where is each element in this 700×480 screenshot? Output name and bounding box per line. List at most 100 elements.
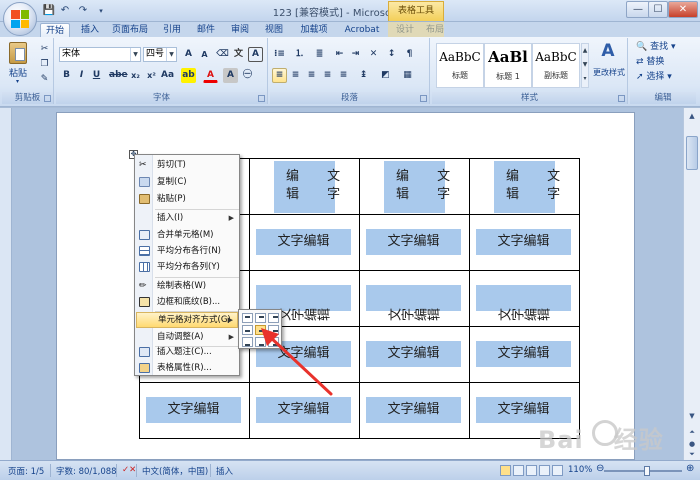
table-cell[interactable]: 编 文辑 字: [249, 158, 360, 215]
phonetic-guide-icon[interactable]: 文: [231, 47, 246, 62]
word-count[interactable]: 字数: 80/1,088: [56, 465, 117, 477]
grow-font-icon[interactable]: A: [181, 47, 196, 62]
proofing-icon[interactable]: ✓✕: [122, 465, 136, 475]
tab-view[interactable]: 视图: [260, 23, 288, 37]
maximize-button[interactable]: ☐: [648, 1, 668, 18]
table-cell[interactable]: 编 文辑 字: [469, 158, 580, 215]
menu-item-insert-caption[interactable]: 插入题注(C)...: [136, 344, 238, 360]
font-color-icon[interactable]: A: [203, 68, 218, 83]
scroll-up-icon[interactable]: ▲: [686, 110, 698, 122]
tab-acrobat[interactable]: Acrobat: [342, 23, 382, 37]
styles-scroll-icon[interactable]: ▲ ▼ ▾: [581, 43, 589, 88]
menu-item-copy[interactable]: 复制(C): [136, 174, 238, 190]
zoom-in-icon[interactable]: ⊕: [686, 463, 694, 474]
font-family-dropdown-icon[interactable]: ▼: [130, 48, 140, 61]
table-cell[interactable]: 文字编辑: [359, 382, 470, 439]
character-border-icon[interactable]: A: [248, 47, 263, 62]
character-shading-icon[interactable]: A: [223, 68, 238, 83]
enclose-character-icon[interactable]: ㊀: [240, 68, 255, 83]
table-cell[interactable]: 文字编辑: [249, 214, 360, 271]
select-button[interactable]: ➚ 选择 ▾: [636, 71, 672, 84]
increase-indent-icon[interactable]: ⇥: [348, 47, 363, 62]
style-heading-1[interactable]: AaBl 标题 1: [484, 43, 532, 88]
menu-item-cell-alignment[interactable]: 单元格对齐方式(G) ▶: [136, 312, 238, 328]
vertical-scrollbar[interactable]: ▲ ▼ ⏶ ● ⏷: [683, 108, 700, 460]
shading-icon[interactable]: ◩: [378, 68, 393, 83]
line-spacing-icon[interactable]: ↨: [356, 68, 371, 83]
find-button[interactable]: 🔍 查找 ▾: [636, 41, 676, 54]
table-cell[interactable]: 文字编辑: [139, 382, 250, 439]
menu-item-paste[interactable]: 粘贴(P): [136, 191, 238, 207]
styles-launcher-icon[interactable]: [618, 95, 625, 102]
highlight-icon[interactable]: ab: [181, 68, 196, 83]
scroll-thumb[interactable]: [686, 136, 698, 170]
next-page-icon[interactable]: ⏷: [686, 448, 698, 460]
distributed-icon[interactable]: ≡: [336, 68, 351, 83]
subscript-icon[interactable]: x₂: [128, 68, 143, 83]
align-middle-left-icon[interactable]: [242, 325, 253, 335]
menu-item-borders-shading[interactable]: 边框和底纹(B)...: [136, 294, 238, 310]
clipboard-launcher-icon[interactable]: [44, 95, 51, 102]
tab-mailings[interactable]: 邮件: [192, 23, 220, 37]
language-indicator[interactable]: 中文(简体，中国): [142, 465, 208, 477]
borders-icon[interactable]: ▦: [400, 68, 415, 83]
menu-item-merge-cells[interactable]: 合并单元格(M): [136, 227, 238, 243]
menu-item-table-properties[interactable]: 表格属性(R)...: [136, 360, 238, 376]
table-cell[interactable]: 文字编辑: [469, 214, 580, 271]
justify-icon[interactable]: ≡: [320, 68, 335, 83]
align-top-left-icon[interactable]: ≡: [272, 68, 287, 83]
font-launcher-icon[interactable]: [258, 95, 265, 102]
copy-icon[interactable]: ❐: [37, 57, 52, 72]
tab-references[interactable]: 引用: [158, 23, 186, 37]
font-size-select[interactable]: 四号 ▼: [143, 47, 177, 62]
numbering-icon[interactable]: ⒈: [292, 47, 307, 62]
menu-item-insert[interactable]: 插入(I) ▶: [136, 210, 238, 226]
tab-review[interactable]: 审阅: [226, 23, 254, 37]
close-button[interactable]: ✕: [668, 1, 698, 18]
zoom-level[interactable]: 110%: [568, 465, 592, 475]
change-case-icon[interactable]: Aa: [160, 68, 175, 83]
multilevel-list-icon[interactable]: ≣: [312, 47, 327, 62]
underline-icon[interactable]: U: [89, 68, 104, 83]
cut-icon[interactable]: ✂: [37, 42, 52, 57]
table-cell[interactable]: 文字编辑: [469, 326, 580, 383]
outline-view-icon[interactable]: [539, 465, 550, 476]
align-right-icon[interactable]: ≡: [304, 68, 319, 83]
full-screen-reading-icon[interactable]: [513, 465, 524, 476]
paste-icon[interactable]: [9, 42, 27, 64]
minimize-button[interactable]: —: [626, 1, 650, 18]
replace-button[interactable]: ⇄ 替换: [636, 56, 664, 69]
chinese-layout-icon[interactable]: ✕: [366, 47, 381, 62]
align-top-left-icon[interactable]: [242, 313, 253, 323]
shrink-font-icon[interactable]: A: [197, 47, 212, 62]
align-center-icon[interactable]: ≡: [288, 68, 303, 83]
align-bottom-left-icon[interactable]: [242, 337, 253, 347]
bold-icon[interactable]: B: [59, 68, 74, 83]
table-cell[interactable]: 编 文辑 字: [359, 158, 470, 215]
scroll-down-icon[interactable]: ▼: [686, 410, 698, 422]
bullets-icon[interactable]: ⁝≡: [272, 47, 287, 62]
print-layout-view-icon[interactable]: [500, 465, 511, 476]
web-layout-icon[interactable]: [526, 465, 537, 476]
style-title[interactable]: AaBbC 标题: [436, 43, 484, 88]
style-subtitle[interactable]: AaBbC 副标题: [532, 43, 580, 88]
font-family-select[interactable]: 宋体 ▼: [59, 47, 141, 62]
table-cell[interactable]: 文字编辑: [359, 270, 470, 327]
change-styles-button[interactable]: 更改样式: [589, 67, 629, 78]
office-button[interactable]: [3, 2, 37, 36]
tab-addins[interactable]: 加载项: [296, 23, 332, 37]
table-cell[interactable]: 文字编辑: [359, 214, 470, 271]
tab-home[interactable]: 开始: [40, 23, 70, 38]
tab-insert[interactable]: 插入: [76, 23, 104, 37]
table-cell[interactable]: 文字编辑: [469, 270, 580, 327]
zoom-out-icon[interactable]: ⊖: [596, 463, 604, 474]
insert-mode-indicator[interactable]: 插入: [216, 465, 233, 477]
menu-item-autofit[interactable]: 自动调整(A) ▶: [136, 329, 238, 345]
menu-item-distribute-rows[interactable]: 平均分布各行(N): [136, 243, 238, 259]
clear-format-icon[interactable]: ⌫: [215, 47, 230, 62]
sort-icon[interactable]: ↕: [384, 47, 399, 62]
strikethrough-icon[interactable]: abe: [108, 68, 128, 83]
paste-dropdown-icon[interactable]: ▾: [16, 78, 19, 85]
show-marks-icon[interactable]: ¶: [402, 47, 417, 62]
font-size-dropdown-icon[interactable]: ▼: [166, 48, 176, 61]
